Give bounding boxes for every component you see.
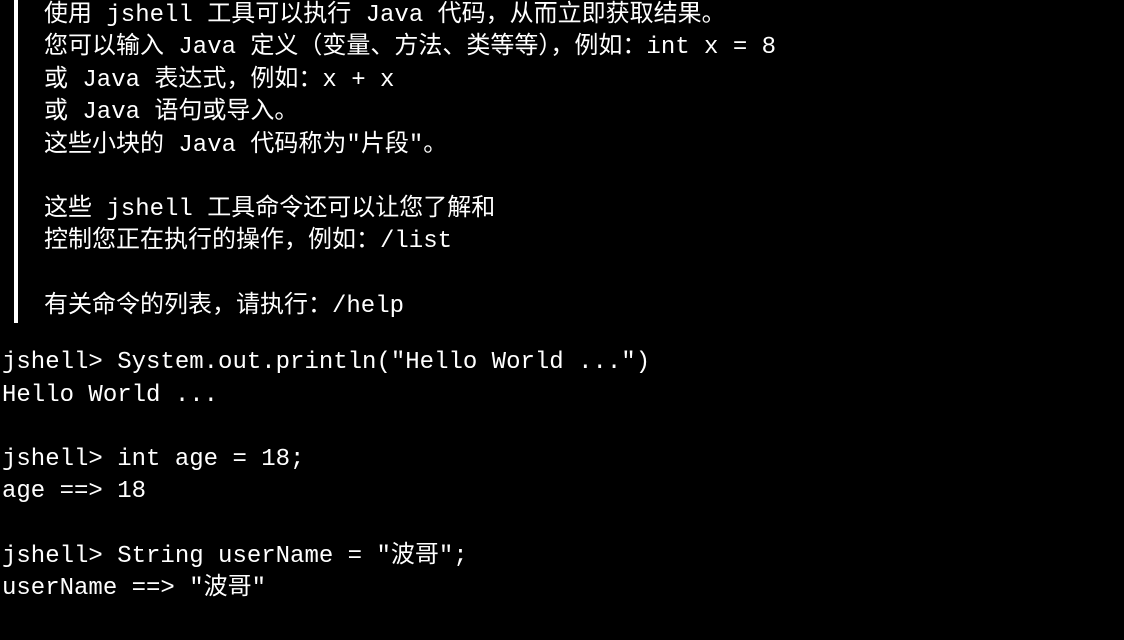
- command-text: String userName = "波哥";: [117, 543, 467, 570]
- prompt-line: jshell> String userName = "波哥";: [2, 541, 1124, 573]
- output-spacer: [2, 412, 1124, 444]
- output-spacer: [2, 509, 1124, 541]
- command-text: int age = 18;: [117, 446, 304, 473]
- intro-line: 您可以输入 Java 定义（变量、方法、类等等），例如：int x = 8: [44, 32, 776, 64]
- prompt-line: jshell> System.out.println("Hello World …: [2, 347, 1124, 379]
- prompt: jshell>: [2, 349, 117, 376]
- intro-line: 控制您正在执行的操作，例如：/list: [44, 226, 776, 258]
- intro-text: 使用 jshell 工具可以执行 Java 代码，从而立即获取结果。 您可以输入…: [44, 0, 776, 323]
- intro-block: 使用 jshell 工具可以执行 Java 代码，从而立即获取结果。 您可以输入…: [0, 0, 1124, 323]
- intro-line: 或 Java 语句或导入。: [44, 97, 776, 129]
- prompt: jshell>: [2, 446, 117, 473]
- prompt-line: jshell> int age = 18;: [2, 444, 1124, 476]
- prompt: jshell>: [2, 543, 117, 570]
- terminal-output[interactable]: jshell> System.out.println("Hello World …: [0, 347, 1124, 605]
- intro-line: 这些小块的 Java 代码称为"片段"。: [44, 130, 776, 162]
- command-text: System.out.println("Hello World ..."): [117, 349, 650, 376]
- output-text: age ==> 18: [2, 476, 1124, 508]
- intro-line: 有关命令的列表，请执行：/help: [44, 291, 776, 323]
- intro-line: 或 Java 表达式，例如：x + x: [44, 65, 776, 97]
- intro-blank-line: [44, 259, 776, 291]
- intro-blank-line: [44, 162, 776, 194]
- intro-vertical-bar: [14, 0, 18, 323]
- intro-line: 使用 jshell 工具可以执行 Java 代码，从而立即获取结果。: [44, 0, 776, 32]
- output-text: userName ==> "波哥": [2, 573, 1124, 605]
- intro-line: 这些 jshell 工具命令还可以让您了解和: [44, 194, 776, 226]
- output-text: Hello World ...: [2, 380, 1124, 412]
